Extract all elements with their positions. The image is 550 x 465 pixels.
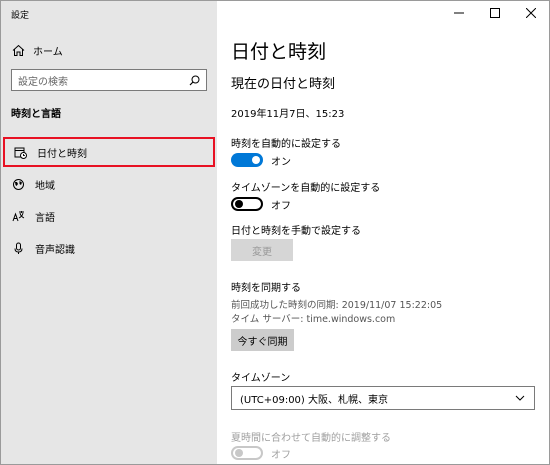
toggle-switch[interactable]	[231, 197, 263, 211]
sidebar-item-language[interactable]: 言語	[1, 201, 217, 231]
search-placeholder: 設定の検索	[18, 76, 68, 88]
timezone-value: (UTC+09:00) 大阪、札幌、東京	[240, 394, 389, 406]
section-heading: 現在の日付と時刻	[231, 77, 336, 92]
timezone-select[interactable]: (UTC+09:00) 大阪、札幌、東京	[231, 386, 535, 410]
sync-now-button[interactable]: 今すぐ同期	[231, 329, 294, 351]
sidebar-item-speech[interactable]: 音声認識	[1, 233, 217, 263]
home-icon	[11, 43, 25, 57]
home-label: ホーム	[33, 46, 63, 58]
timezone-label: タイムゾーン	[231, 373, 291, 384]
settings-window: 設定 ホーム 設定の検索 時刻と言語 日付と時刻 地域 言語 音声認識 日付と時…	[0, 0, 550, 465]
sidebar-item-date-time[interactable]: 日付と時刻	[3, 137, 215, 167]
sidebar-item-region[interactable]: 地域	[1, 169, 217, 199]
toggle-state: オフ	[271, 200, 291, 212]
auto-time-toggle[interactable]: オン	[231, 152, 291, 168]
toggle-state: オン	[271, 156, 291, 168]
sidebar-item-label: 音声認識	[35, 244, 75, 256]
sidebar-item-label: 日付と時刻	[37, 148, 87, 160]
auto-time-label: 時刻を自動的に設定する	[231, 139, 341, 150]
close-button[interactable]	[513, 1, 549, 25]
current-datetime: 2019年11月7日、15:23	[231, 109, 345, 120]
page-title: 日付と時刻	[231, 41, 327, 63]
window-controls	[441, 1, 549, 25]
dst-toggle[interactable]: オフ	[231, 445, 291, 461]
toggle-state: オフ	[271, 449, 291, 461]
toggle-switch[interactable]	[231, 446, 263, 460]
manual-datetime-label: 日付と時刻を手動で設定する	[231, 226, 361, 237]
calendar-clock-icon	[13, 145, 27, 159]
sidebar-item-label: 言語	[35, 212, 55, 224]
sidebar: 設定 ホーム 設定の検索 時刻と言語 日付と時刻 地域 言語 音声認識	[1, 1, 217, 464]
last-sync-info: 前回成功した時刻の同期: 2019/11/07 15:22:05	[231, 300, 443, 311]
app-title: 設定	[11, 11, 30, 21]
sync-title: 時刻を同期する	[231, 283, 301, 294]
section-title: 時刻と言語	[11, 109, 61, 120]
globe-region-icon	[11, 177, 25, 191]
time-server-info: タイム サーバー: time.windows.com	[231, 314, 396, 325]
sidebar-item-label: 地域	[35, 180, 55, 192]
change-button[interactable]: 変更	[231, 239, 293, 261]
toggle-switch[interactable]	[231, 153, 263, 167]
dst-label: 夏時間に合わせて自動的に調整する	[231, 433, 391, 444]
minimize-button[interactable]	[441, 1, 477, 25]
search-icon	[188, 74, 200, 86]
main-content: 日付と時刻 現在の日付と時刻 2019年11月7日、15:23 時刻を自動的に設…	[217, 1, 549, 464]
language-icon	[11, 209, 25, 223]
microphone-icon	[11, 241, 25, 255]
maximize-button[interactable]	[477, 1, 513, 25]
auto-timezone-toggle[interactable]: オフ	[231, 196, 291, 212]
search-input[interactable]: 設定の検索	[11, 69, 207, 91]
auto-timezone-label: タイムゾーンを自動的に設定する	[231, 183, 381, 194]
chevron-down-icon	[514, 392, 526, 404]
home-link[interactable]: ホーム	[11, 40, 63, 60]
